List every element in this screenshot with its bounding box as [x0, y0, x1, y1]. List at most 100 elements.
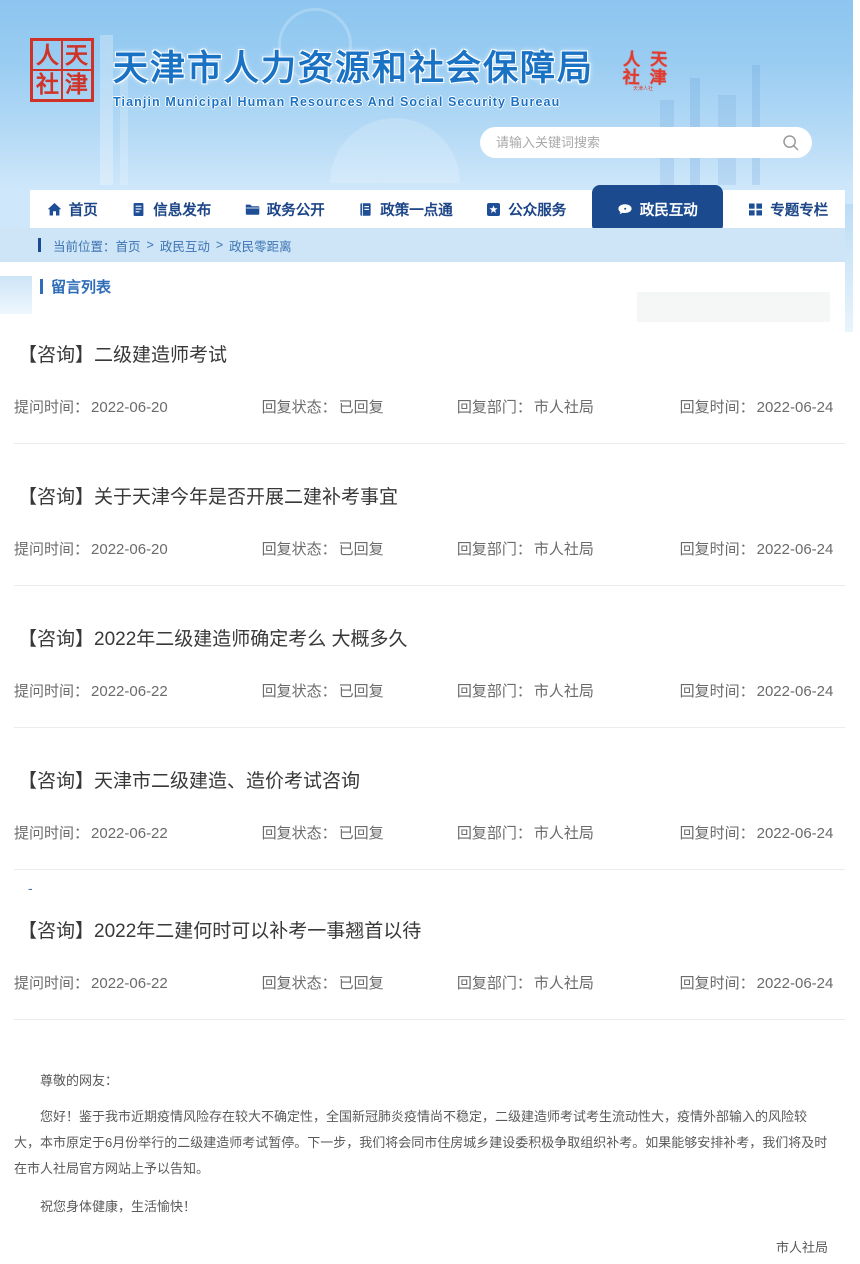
stamp-text: 天津: [643, 50, 669, 87]
dome-decor: [330, 118, 460, 183]
list-item: 【咨询】关于天津今年是否开展二建补考事宜 提问时间：2022-06-20 回复状…: [14, 444, 845, 586]
reply-status-label: 回复状态：: [262, 399, 337, 416]
search-bar: [480, 127, 812, 158]
seal-char: 天: [62, 41, 91, 70]
band-edge-right: [845, 204, 853, 332]
site-title-block: 天津市人力资源和社会保障局 Tianjin Municipal Human Re…: [113, 40, 594, 109]
header-banner: 人 天 社 津 天津市人力资源和社会保障局 Tianjin Municipal …: [0, 0, 853, 190]
stamp-text: 人社: [616, 50, 642, 87]
seal-char: 人: [33, 41, 62, 70]
reply-dept-value: 市人社局: [534, 975, 594, 992]
book-icon: [358, 202, 373, 217]
breadcrumb-separator: >: [216, 238, 223, 252]
reply-body: 您好！鉴于我市近期疫情风险存在较大不确定性，全国新冠肺炎疫情尚不稳定，二级建造师…: [14, 1104, 828, 1182]
nav-item-public-interaction[interactable]: 政民互动: [592, 185, 723, 233]
reply-dept-label: 回复部门：: [457, 399, 532, 416]
reply-time-value: 2022-06-24: [757, 975, 834, 992]
reply-letter: 尊敬的网友： 您好！鉴于我市近期疫情风险存在较大不确定性，全国新冠肺炎疫情尚不稳…: [0, 1068, 853, 1264]
reply-salutation: 尊敬的网友：: [14, 1068, 828, 1094]
nav-label: 信息发布: [153, 199, 211, 220]
list-item: 【咨询】2022年二级建造师确定考么 大概多久 提问时间：2022-06-22 …: [14, 586, 845, 728]
reply-time-label: 回复时间：: [680, 683, 755, 700]
chat-icon: [617, 202, 633, 217]
building-decor: [752, 65, 760, 185]
message-meta: 提问时间：2022-06-22 回复状态：已回复 回复部门：市人社局 回复时间：…: [14, 681, 845, 702]
site-subtitle: Tianjin Municipal Human Resources And So…: [113, 95, 594, 109]
main-content: 留言列表 【咨询】二级建造师考试 提问时间：2022-06-20 回复状态：已回…: [0, 276, 853, 1264]
ask-time-label: 提问时间：: [14, 683, 89, 700]
reply-status-label: 回复状态：: [262, 825, 337, 842]
message-title-link[interactable]: 【咨询】二级建造师考试: [14, 342, 845, 369]
reply-time-label: 回复时间：: [680, 825, 755, 842]
folder-icon: [245, 202, 260, 217]
nav-item-news[interactable]: 信息发布: [123, 190, 219, 228]
reply-dept-value: 市人社局: [534, 541, 594, 558]
reply-signer: 市人社局: [14, 1236, 828, 1260]
reply-dept-label: 回复部门：: [457, 825, 532, 842]
news-icon: [131, 202, 146, 217]
message-title-link[interactable]: 【咨询】关于天津今年是否开展二建补考事宜: [14, 484, 845, 511]
seal-char: 津: [62, 70, 91, 99]
reply-status-label: 回复状态：: [262, 541, 337, 558]
stamp-caption: 天津人社: [620, 87, 666, 92]
search-input[interactable]: [496, 135, 782, 150]
message-meta: 提问时间：2022-06-22 回复状态：已回复 回复部门：市人社局 回复时间：…: [14, 823, 845, 844]
reply-status-value: 已回复: [339, 541, 384, 558]
reply-time-value: 2022-06-24: [757, 683, 834, 700]
message-title-link[interactable]: 【咨询】天津市二级建造、造价考试咨询: [14, 768, 845, 795]
nav-label: 政民互动: [640, 199, 698, 220]
reply-dept-label: 回复部门：: [457, 541, 532, 558]
reply-time-value: 2022-06-24: [757, 825, 834, 842]
breadcrumb-link-home[interactable]: 首页: [116, 236, 141, 255]
breadcrumb-link-zero-distance[interactable]: 政民零距离: [229, 236, 292, 255]
breadcrumb-marker: [38, 238, 41, 252]
reply-dept-label: 回复部门：: [457, 975, 532, 992]
reply-time-label: 回复时间：: [680, 399, 755, 416]
nav-item-special-topics[interactable]: 专题专栏: [740, 190, 836, 228]
search-icon[interactable]: [782, 134, 800, 152]
message-list: 【咨询】二级建造师考试 提问时间：2022-06-20 回复状态：已回复 回复部…: [14, 302, 845, 1020]
reply-closing: 祝您身体健康，生活愉快！: [14, 1194, 828, 1220]
bureau-seal-logo[interactable]: 人 天 社 津: [30, 38, 94, 102]
message-meta: 提问时间：2022-06-20 回复状态：已回复 回复部门：市人社局 回复时间：…: [14, 539, 845, 560]
reply-time-value: 2022-06-24: [757, 541, 834, 558]
reply-dept-value: 市人社局: [534, 399, 594, 416]
star-square-icon: [486, 202, 501, 217]
calligraphy-stamp: 人社 天津 天津人社: [620, 50, 666, 92]
nav-label: 公众服务: [508, 199, 566, 220]
site-title[interactable]: 天津市人力资源和社会保障局: [113, 40, 594, 91]
list-item: 【咨询】二级建造师考试 提问时间：2022-06-20 回复状态：已回复 回复部…: [14, 302, 845, 444]
message-title-link[interactable]: 【咨询】2022年二建何时可以补考一事翘首以待: [14, 918, 845, 945]
ask-time-label: 提问时间：: [14, 975, 89, 992]
message-meta: 提问时间：2022-06-20 回复状态：已回复 回复部门：市人社局 回复时间：…: [14, 397, 845, 418]
nav-label: 首页: [69, 199, 98, 220]
list-item: 【咨询】天津市二级建造、造价考试咨询 提问时间：2022-06-22 回复状态：…: [14, 728, 845, 870]
reply-dept-value: 市人社局: [534, 683, 594, 700]
list-item: 【咨询】2022年二建何时可以补考一事翘首以待 提问时间：2022-06-22 …: [14, 896, 845, 1020]
nav-item-public-service[interactable]: 公众服务: [478, 190, 574, 228]
ask-time-value: 2022-06-22: [91, 683, 168, 700]
building-decor: [100, 35, 113, 185]
ask-time-value: 2022-06-20: [91, 541, 168, 558]
nav-label: 政策一点通: [380, 199, 453, 220]
ask-time-value: 2022-06-22: [91, 975, 168, 992]
reply-time-value: 2022-06-24: [757, 399, 834, 416]
grid-icon: [748, 202, 763, 217]
band-edge-left: [0, 276, 32, 314]
nav-item-home[interactable]: 首页: [39, 190, 106, 228]
reply-status-label: 回复状态：: [262, 683, 337, 700]
ask-time-value: 2022-06-22: [91, 825, 168, 842]
nav-item-policy[interactable]: 政策一点通: [350, 190, 461, 228]
reply-dept-value: 市人社局: [534, 825, 594, 842]
breadcrumb-prefix: 当前位置：: [53, 236, 116, 255]
section-title-text: 留言列表: [51, 276, 111, 297]
ask-time-value: 2022-06-20: [91, 399, 168, 416]
nav-item-gov-disclosure[interactable]: 政务公开: [237, 190, 333, 228]
message-title-link[interactable]: 【咨询】2022年二级建造师确定考么 大概多久: [14, 626, 845, 653]
page: 人 天 社 津 天津市人力资源和社会保障局 Tianjin Municipal …: [0, 0, 860, 1264]
collapsed-widget-placeholder: [637, 292, 830, 322]
ask-time-label: 提问时间：: [14, 399, 89, 416]
message-meta: 提问时间：2022-06-22 回复状态：已回复 回复部门：市人社局 回复时间：…: [14, 973, 845, 994]
breadcrumb-link-interaction[interactable]: 政民互动: [160, 236, 210, 255]
reply-status-value: 已回复: [339, 825, 384, 842]
